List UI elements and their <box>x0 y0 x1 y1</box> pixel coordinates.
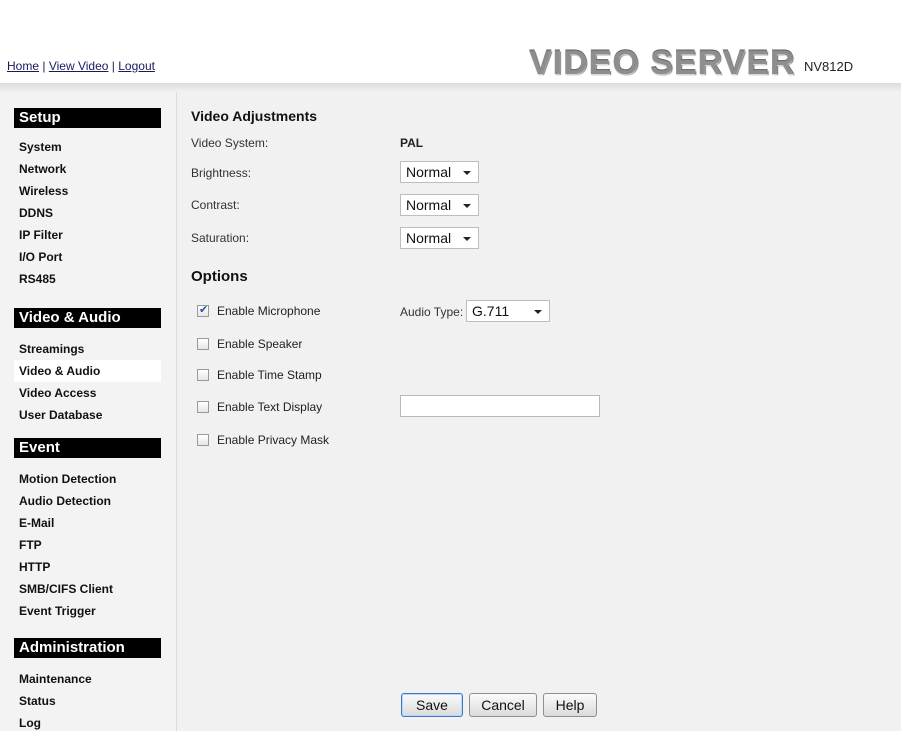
saturation-selected-value: Normal <box>406 230 452 246</box>
brightness-select[interactable]: Normal <box>400 161 479 183</box>
saturation-label: Saturation: <box>191 231 250 245</box>
enable-privacy-mask-checkbox[interactable] <box>197 434 209 446</box>
sidebar-item-streamings[interactable]: Streamings <box>14 338 161 360</box>
sidebar-item-ftp[interactable]: FTP <box>14 534 161 556</box>
enable-microphone-label: Enable Microphone <box>217 304 321 318</box>
sidebar-item-rs485[interactable]: RS485 <box>14 268 161 290</box>
sidebar-item-ip-filter[interactable]: IP Filter <box>14 224 161 246</box>
chevron-down-icon <box>463 171 471 175</box>
checkmark-icon: ✔ <box>199 304 209 316</box>
contrast-label: Contrast: <box>191 198 240 212</box>
main-content: Video Adjustments Video System: PAL Brig… <box>177 92 901 731</box>
help-button[interactable]: Help <box>543 693 597 717</box>
sidebar: Setup System Network Wireless DDNS IP Fi… <box>0 92 177 731</box>
nav-separator: | <box>42 59 46 73</box>
contrast-select[interactable]: Normal <box>400 194 479 216</box>
sidebar-item-wireless[interactable]: Wireless <box>14 180 161 202</box>
audio-type-label: Audio Type: <box>400 305 464 319</box>
enable-speaker-checkbox[interactable] <box>197 338 209 350</box>
sidebar-item-status[interactable]: Status <box>14 690 161 712</box>
top-navigation: Home | View Video | Logout <box>7 59 155 73</box>
nav-separator: | <box>111 59 115 73</box>
sidebar-item-smb-cifs-client[interactable]: SMB/CIFS Client <box>14 578 161 600</box>
sidebar-item-video-access[interactable]: Video Access <box>14 382 161 404</box>
sidebar-section-event: Event <box>14 438 161 458</box>
sidebar-item-maintenance[interactable]: Maintenance <box>14 668 161 690</box>
video-system-value: PAL <box>400 136 424 150</box>
enable-text-display-checkbox[interactable] <box>197 401 209 413</box>
brightness-selected-value: Normal <box>406 164 452 180</box>
saturation-select[interactable]: Normal <box>400 227 479 249</box>
sidebar-item-io-port[interactable]: I/O Port <box>14 246 161 268</box>
enable-time-stamp-label: Enable Time Stamp <box>217 368 322 382</box>
enable-privacy-mask-label: Enable Privacy Mask <box>217 433 330 447</box>
video-adjustments-heading: Video Adjustments <box>191 108 318 124</box>
sidebar-section-video-audio: Video & Audio <box>14 308 161 328</box>
enable-speaker-label: Enable Speaker <box>217 337 303 351</box>
model-name: NV812D <box>804 59 854 74</box>
enable-time-stamp-checkbox[interactable] <box>197 369 209 381</box>
sidebar-item-motion-detection[interactable]: Motion Detection <box>14 468 161 490</box>
audio-type-select[interactable]: G.711 <box>466 300 550 322</box>
brightness-label: Brightness: <box>191 166 252 180</box>
logout-link[interactable]: Logout <box>118 59 155 73</box>
view-video-link[interactable]: View Video <box>49 59 109 73</box>
sidebar-section-administration: Administration <box>14 638 161 658</box>
home-link[interactable]: Home <box>7 59 39 73</box>
contrast-selected-value: Normal <box>406 197 452 213</box>
sidebar-item-event-trigger[interactable]: Event Trigger <box>14 600 161 622</box>
sidebar-item-email[interactable]: E-Mail <box>14 512 161 534</box>
options-heading: Options <box>191 268 248 285</box>
sidebar-item-network[interactable]: Network <box>14 158 161 180</box>
sidebar-item-http[interactable]: HTTP <box>14 556 161 578</box>
sidebar-item-audio-detection[interactable]: Audio Detection <box>14 490 161 512</box>
sidebar-item-ddns[interactable]: DDNS <box>14 202 161 224</box>
text-display-input[interactable] <box>400 395 600 417</box>
save-button[interactable]: Save <box>401 693 463 717</box>
chevron-down-icon <box>463 204 471 208</box>
sidebar-item-system[interactable]: System <box>14 136 161 158</box>
brand-logo: VIDEO SERVER <box>529 44 796 82</box>
cancel-button[interactable]: Cancel <box>469 693 537 717</box>
audio-type-selected-value: G.711 <box>472 303 510 319</box>
enable-microphone-checkbox[interactable]: ✔ <box>197 304 209 317</box>
header-divider <box>0 83 901 92</box>
chevron-down-icon <box>463 237 471 241</box>
chevron-down-icon <box>534 310 542 314</box>
sidebar-item-video-audio[interactable]: Video & Audio <box>14 360 161 382</box>
enable-text-display-label: Enable Text Display <box>217 400 323 414</box>
video-system-label: Video System: <box>191 136 269 150</box>
sidebar-section-setup: Setup <box>14 108 161 128</box>
sidebar-item-user-database[interactable]: User Database <box>14 404 161 426</box>
